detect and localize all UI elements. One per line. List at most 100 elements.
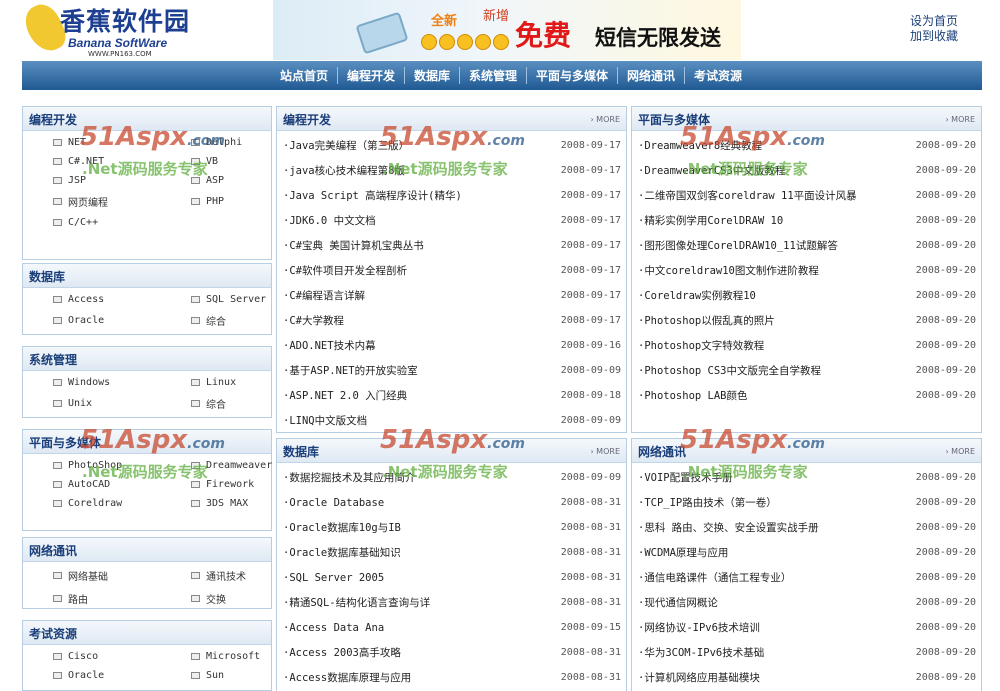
article-link[interactable]: ·C#大学教程 [283, 313, 344, 328]
article-link[interactable]: ·Oracle Database [283, 497, 384, 509]
article-row: ·Photoshop LAB颜色 2008-09-20 [638, 383, 976, 408]
ad-banner[interactable]: 全新 新增 免费 短信无限发送 [273, 0, 741, 60]
sidebar-box-title[interactable]: 系统管理 [29, 351, 77, 368]
category-label: 3DS MAX [206, 498, 249, 509]
article-link[interactable]: ·精彩实例学用CorelDRAW 10 [638, 213, 783, 228]
category-link[interactable]: PhotoShop [53, 460, 191, 471]
article-row: ·C#软件项目开发全程剖析 2008-09-17 [283, 258, 621, 283]
sidebar-box-title[interactable]: 编程开发 [29, 111, 77, 128]
article-link[interactable]: ·中文coreldraw10图文制作进阶教程 [638, 263, 819, 278]
sidebar-box-title[interactable]: 数据库 [29, 268, 65, 285]
article-link[interactable]: ·华为3COM-IPv6技术基础 [638, 645, 764, 660]
nav-item-3[interactable]: 系统管理 [458, 67, 526, 84]
article-link[interactable]: ·java核心技术编程第8版 [283, 163, 405, 178]
article-link[interactable]: ·Coreldraw实例教程10 [638, 288, 756, 303]
article-link[interactable]: ·Access Data Ana [283, 622, 384, 634]
article-link[interactable]: ·VOIP配置技术手册 [638, 470, 733, 485]
article-panel-title[interactable]: 编程开发 [283, 111, 331, 128]
article-link[interactable]: ·Java Script 高端程序设计(精华) [283, 188, 462, 203]
category-bullet-icon [53, 139, 62, 146]
category-label: Coreldraw [68, 498, 123, 509]
article-link[interactable]: ·C#宝典 美国计算机宝典丛书 [283, 238, 424, 253]
sidebar-box-title[interactable]: 网络通讯 [29, 542, 77, 559]
article-link[interactable]: ·二维帝国双剑客coreldraw 11平面设计风暴 [638, 188, 857, 203]
article-link[interactable]: ·现代通信网概论 [638, 595, 718, 610]
article-link[interactable]: ·Access 2003高手攻略 [283, 645, 401, 660]
article-link[interactable]: ·数据挖掘技术及其应用简介 [283, 470, 415, 485]
category-link[interactable]: Oracle [53, 670, 191, 681]
category-label: JSP [68, 175, 87, 186]
category-link[interactable]: NET [53, 137, 191, 148]
article-link[interactable]: ·Oracle数据库10g与IB [283, 520, 401, 535]
sidebar-box-header: 网络通讯 [23, 538, 271, 562]
category-link[interactable]: Windows [53, 377, 191, 388]
category-link[interactable]: Unix [53, 396, 191, 411]
category-link[interactable]: Access [53, 294, 191, 305]
nav-item-6[interactable]: 考试资源 [684, 67, 751, 84]
more-link[interactable]: › MORE [590, 115, 620, 124]
set-home-link[interactable]: 设为首页 [910, 14, 958, 29]
article-row: ·Dreamweaver8经典教程 2008-09-20 [638, 133, 976, 158]
article-panel-title[interactable]: 平面与多媒体 [638, 111, 710, 128]
article-panel-title[interactable]: 数据库 [283, 443, 319, 460]
article-link[interactable]: ·Oracle数据库基础知识 [283, 545, 401, 560]
article-link[interactable]: ·基于ASP.NET的开放实验室 [283, 363, 418, 378]
article-link[interactable]: ·DreamweaverCS3中文版教程 [638, 163, 785, 178]
article-link[interactable]: ·ADO.NET技术内幕 [283, 338, 376, 353]
article-link[interactable]: ·精通SQL-结构化语言查询与详 [283, 595, 430, 610]
article-link[interactable]: ·Java完美编程（第三版） [283, 138, 409, 153]
article-row: ·华为3COM-IPv6技术基础 2008-09-20 [638, 640, 976, 665]
nav-item-2[interactable]: 数据库 [403, 67, 459, 84]
more-link[interactable]: › MORE [945, 115, 975, 124]
category-link[interactable]: 网页编程 [53, 194, 191, 209]
article-link[interactable]: ·通信电路课件（通信工程专业） [638, 570, 791, 585]
category-link[interactable]: C/C++ [53, 217, 191, 228]
article-link[interactable]: ·LINQ中文版文档 [283, 413, 367, 428]
sidebar-box-title[interactable]: 平面与多媒体 [29, 434, 101, 451]
article-link[interactable]: ·TCP_IP路由技术（第一卷） [638, 495, 777, 510]
more-link[interactable]: › MORE [590, 447, 620, 456]
category-label: Dreamweaver [206, 460, 273, 471]
category-link[interactable]: AutoCAD [53, 479, 191, 490]
category-link[interactable]: 网络基础 [53, 568, 191, 583]
article-link[interactable]: ·网络协议-IPv6技术培训 [638, 620, 760, 635]
add-favorite-link[interactable]: 加到收藏 [910, 29, 958, 44]
sidebar-box-title[interactable]: 考试资源 [29, 625, 77, 642]
article-link[interactable]: ·C#编程语言详解 [283, 288, 365, 303]
nav-item-0[interactable]: 站点首页 [271, 67, 337, 84]
nav-item-1[interactable]: 编程开发 [336, 67, 404, 84]
category-grid: NET Delphi C#.NET VB JSP ASP 网页编程 PHP C/C++ [23, 131, 271, 228]
article-link[interactable]: ·Photoshop LAB颜色 [638, 388, 748, 403]
article-link[interactable]: ·SQL Server 2005 [283, 572, 384, 584]
category-bullet-icon [53, 296, 62, 303]
article-link[interactable]: ·C#软件项目开发全程剖析 [283, 263, 407, 278]
article-link[interactable]: ·计算机网络应用基础模块 [638, 670, 760, 685]
article-link[interactable]: ·思科 路由、交换、安全设置实战手册 [638, 520, 819, 535]
more-link[interactable]: › MORE [945, 447, 975, 456]
category-label: ASP [206, 175, 225, 186]
article-link[interactable]: ·Photoshop CS3中文版完全自学教程 [638, 363, 821, 378]
banner-free-label: 免费 [515, 19, 572, 52]
logo-url: WWW.PN163.COM [88, 50, 152, 58]
article-row: ·Coreldraw实例教程10 2008-09-20 [638, 283, 976, 308]
article-link[interactable]: ·Photoshop文字特效教程 [638, 338, 764, 353]
site-logo[interactable]: 香蕉软件园 Banana SoftWare WWW.PN163.COM [26, 0, 208, 60]
category-link[interactable]: Cisco [53, 651, 191, 662]
category-link[interactable]: JSP [53, 175, 191, 186]
article-link[interactable]: ·ASP.NET 2.0 入门经典 [283, 388, 407, 403]
article-panel-title[interactable]: 网络通讯 [638, 443, 686, 460]
article-link[interactable]: ·WCDMA原理与应用 [638, 545, 728, 560]
category-link[interactable]: C#.NET [53, 156, 191, 167]
article-link[interactable]: ·Photoshop以假乱真的照片 [638, 313, 775, 328]
article-date: 2008-09-20 [915, 547, 976, 558]
article-link[interactable]: ·Dreamweaver8经典教程 [638, 138, 762, 153]
category-link[interactable]: 路由 [53, 591, 191, 606]
article-link[interactable]: ·图形图像处理CorelDRAW10_11试题解答 [638, 238, 838, 253]
nav-item-4[interactable]: 平面与多媒体 [526, 67, 617, 84]
category-link[interactable]: Coreldraw [53, 498, 191, 509]
article-link[interactable]: ·Access数据库原理与应用 [283, 670, 411, 685]
nav-item-5[interactable]: 网络通讯 [617, 67, 684, 84]
category-link[interactable]: Oracle [53, 313, 191, 328]
article-link[interactable]: ·JDK6.0 中文文档 [283, 213, 376, 228]
category-bullet-icon [53, 219, 62, 226]
